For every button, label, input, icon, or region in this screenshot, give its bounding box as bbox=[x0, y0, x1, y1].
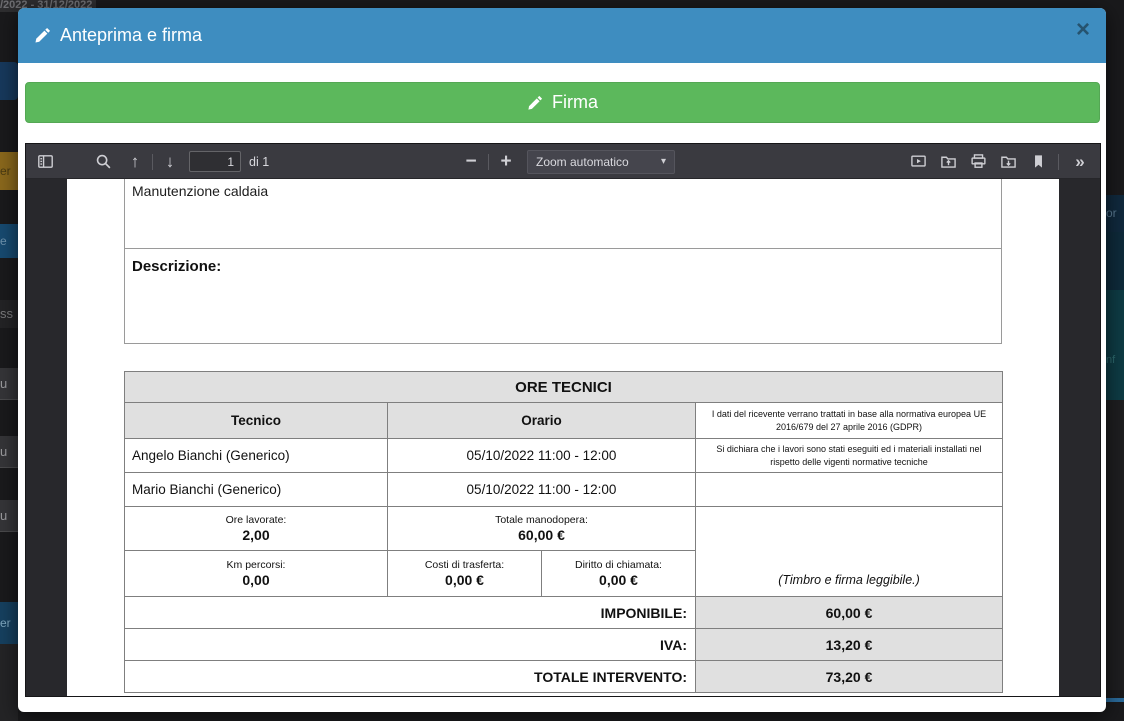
background-right-strip bbox=[1106, 400, 1124, 690]
table-row-iva: IVA: 13,20 € bbox=[125, 629, 1003, 661]
modal-title: Anteprima e firma bbox=[34, 25, 202, 46]
chevron-down-icon: ▾ bbox=[661, 156, 666, 167]
background-text-fragment: ss bbox=[0, 300, 18, 328]
ore-lavorate-cell: Ore lavorate: 2,00 bbox=[125, 507, 388, 551]
intervention-type-text: Manutenzione caldaia bbox=[132, 183, 268, 199]
screen: /2022 - 31/12/2022 er e ss u u u er or n… bbox=[0, 0, 1124, 721]
download-icon[interactable] bbox=[995, 149, 1021, 175]
km-percorsi-cell: Km percorsi: 0,00 bbox=[125, 551, 388, 597]
table-row-imponibile: IMPONIBILE: 60,00 € bbox=[125, 597, 1003, 629]
background-blue-item: e bbox=[0, 224, 18, 258]
ore-lavorate-label: Ore lavorate: bbox=[125, 514, 387, 526]
pdf-page-area[interactable]: Manutenzione caldaia Descrizione: ORE TE… bbox=[26, 179, 1100, 696]
background-list-row: u bbox=[0, 436, 18, 468]
table-title-row: ORE TECNICI bbox=[125, 372, 1003, 403]
more-tools-icon[interactable]: » bbox=[1066, 149, 1092, 175]
sidebar-toggle-icon[interactable] bbox=[32, 149, 58, 175]
compliance-note bbox=[696, 473, 1003, 507]
background-right-panel bbox=[1106, 232, 1124, 290]
technician-time: 05/10/2022 11:00 - 12:00 bbox=[388, 439, 696, 473]
totale-intervento-label: TOTALE INTERVENTO: bbox=[125, 661, 696, 693]
pdf-viewer: ↑ ↓ di 1 − + Zoom automatico ▾ bbox=[25, 143, 1101, 697]
table-row: Mario Bianchi (Generico) 05/10/2022 11:0… bbox=[125, 473, 1003, 507]
diritto-chiamata-value: 0,00 € bbox=[542, 572, 695, 588]
diritto-chiamata-cell: Diritto di chiamata: 0,00 € bbox=[542, 551, 696, 597]
search-icon[interactable] bbox=[90, 149, 116, 175]
sign-button[interactable]: Firma bbox=[25, 82, 1100, 123]
costi-trasferta-label: Costi di trasferta: bbox=[388, 559, 541, 571]
km-percorsi-value: 0,00 bbox=[125, 572, 387, 588]
ore-tecnici-table: ORE TECNICI Tecnico Orario I dati del ri… bbox=[124, 371, 1003, 693]
zoom-out-icon[interactable]: − bbox=[458, 149, 484, 175]
column-header-tecnico: Tecnico bbox=[125, 403, 388, 439]
page-count-label: di 1 bbox=[249, 155, 269, 169]
background-teal-panel: nf bbox=[1106, 290, 1124, 400]
background-right-bar: or bbox=[1106, 195, 1124, 232]
compliance-note: Si dichiara che i lavori sono stati eseg… bbox=[696, 439, 1003, 473]
zoom-select-value: Zoom automatico bbox=[536, 155, 629, 169]
totale-manodopera-cell: Totale manodopera: 60,00 € bbox=[388, 507, 696, 551]
ore-lavorate-value: 2,00 bbox=[125, 527, 387, 543]
table-row: Angelo Bianchi (Generico) 05/10/2022 11:… bbox=[125, 439, 1003, 473]
bookmark-icon[interactable] bbox=[1025, 149, 1051, 175]
imponibile-label: IMPONIBILE: bbox=[125, 597, 696, 629]
table-title: ORE TECNICI bbox=[125, 372, 1003, 403]
intervention-type-box: Manutenzione caldaia bbox=[124, 179, 1002, 249]
open-file-icon[interactable] bbox=[935, 149, 961, 175]
km-percorsi-label: Km percorsi: bbox=[125, 559, 387, 571]
technician-time: 05/10/2022 11:00 - 12:00 bbox=[388, 473, 696, 507]
sign-button-label: Firma bbox=[552, 92, 598, 113]
background-navy-button: er bbox=[0, 602, 18, 644]
pencil-icon bbox=[34, 27, 51, 44]
description-box: Descrizione: bbox=[124, 248, 1002, 344]
costi-trasferta-value: 0,00 € bbox=[388, 572, 541, 588]
background-list-row: u bbox=[0, 368, 18, 400]
background-orange-button: er bbox=[0, 152, 18, 190]
background-list-row: u bbox=[0, 500, 18, 532]
toolbar-separator bbox=[1058, 154, 1059, 170]
next-page-icon[interactable]: ↓ bbox=[157, 149, 183, 175]
table-row-hours-total: Ore lavorate: 2,00 Totale manodopera: 60… bbox=[125, 507, 1003, 551]
background-blue-line bbox=[1106, 698, 1124, 702]
pdf-toolbar: ↑ ↓ di 1 − + Zoom automatico ▾ bbox=[26, 144, 1100, 179]
gdpr-note: I dati del ricevente verrano trattati in… bbox=[696, 403, 1003, 439]
technician-name: Mario Bianchi (Generico) bbox=[125, 473, 388, 507]
table-header-row: Tecnico Orario I dati del ricevente verr… bbox=[125, 403, 1003, 439]
zoom-select[interactable]: Zoom automatico ▾ bbox=[527, 150, 675, 174]
pdf-page: Manutenzione caldaia Descrizione: ORE TE… bbox=[67, 179, 1059, 696]
zoom-in-icon[interactable]: + bbox=[493, 149, 519, 175]
print-icon[interactable] bbox=[965, 149, 991, 175]
totale-manodopera-value: 60,00 € bbox=[388, 527, 695, 543]
totale-manodopera-label: Totale manodopera: bbox=[388, 514, 695, 526]
previous-page-icon[interactable]: ↑ bbox=[122, 149, 148, 175]
close-icon[interactable]: × bbox=[1076, 18, 1090, 42]
imponibile-value: 60,00 € bbox=[696, 597, 1003, 629]
totale-intervento-value: 73,20 € bbox=[696, 661, 1003, 693]
page-number-input[interactable] bbox=[189, 151, 241, 172]
costi-trasferta-cell: Costi di trasferta: 0,00 € bbox=[388, 551, 542, 597]
iva-value: 13,20 € bbox=[696, 629, 1003, 661]
modal-title-text: Anteprima e firma bbox=[60, 25, 202, 46]
modal-header: Anteprima e firma × bbox=[18, 8, 1106, 63]
background-strip bbox=[0, 644, 18, 721]
stamp-signature-note: (Timbro e firma leggibile.) bbox=[696, 507, 1003, 597]
description-label: Descrizione: bbox=[132, 258, 221, 275]
toolbar-separator bbox=[488, 154, 489, 170]
toolbar-separator bbox=[152, 154, 153, 170]
column-header-orario: Orario bbox=[388, 403, 696, 439]
diritto-chiamata-label: Diritto di chiamata: bbox=[542, 559, 695, 571]
pencil-icon bbox=[527, 95, 543, 111]
presentation-mode-icon[interactable] bbox=[905, 149, 931, 175]
background-navy-button bbox=[0, 62, 18, 100]
technician-name: Angelo Bianchi (Generico) bbox=[125, 439, 388, 473]
table-row-totale: TOTALE INTERVENTO: 73,20 € bbox=[125, 661, 1003, 693]
iva-label: IVA: bbox=[125, 629, 696, 661]
preview-sign-modal: Anteprima e firma × Firma bbox=[18, 8, 1106, 712]
